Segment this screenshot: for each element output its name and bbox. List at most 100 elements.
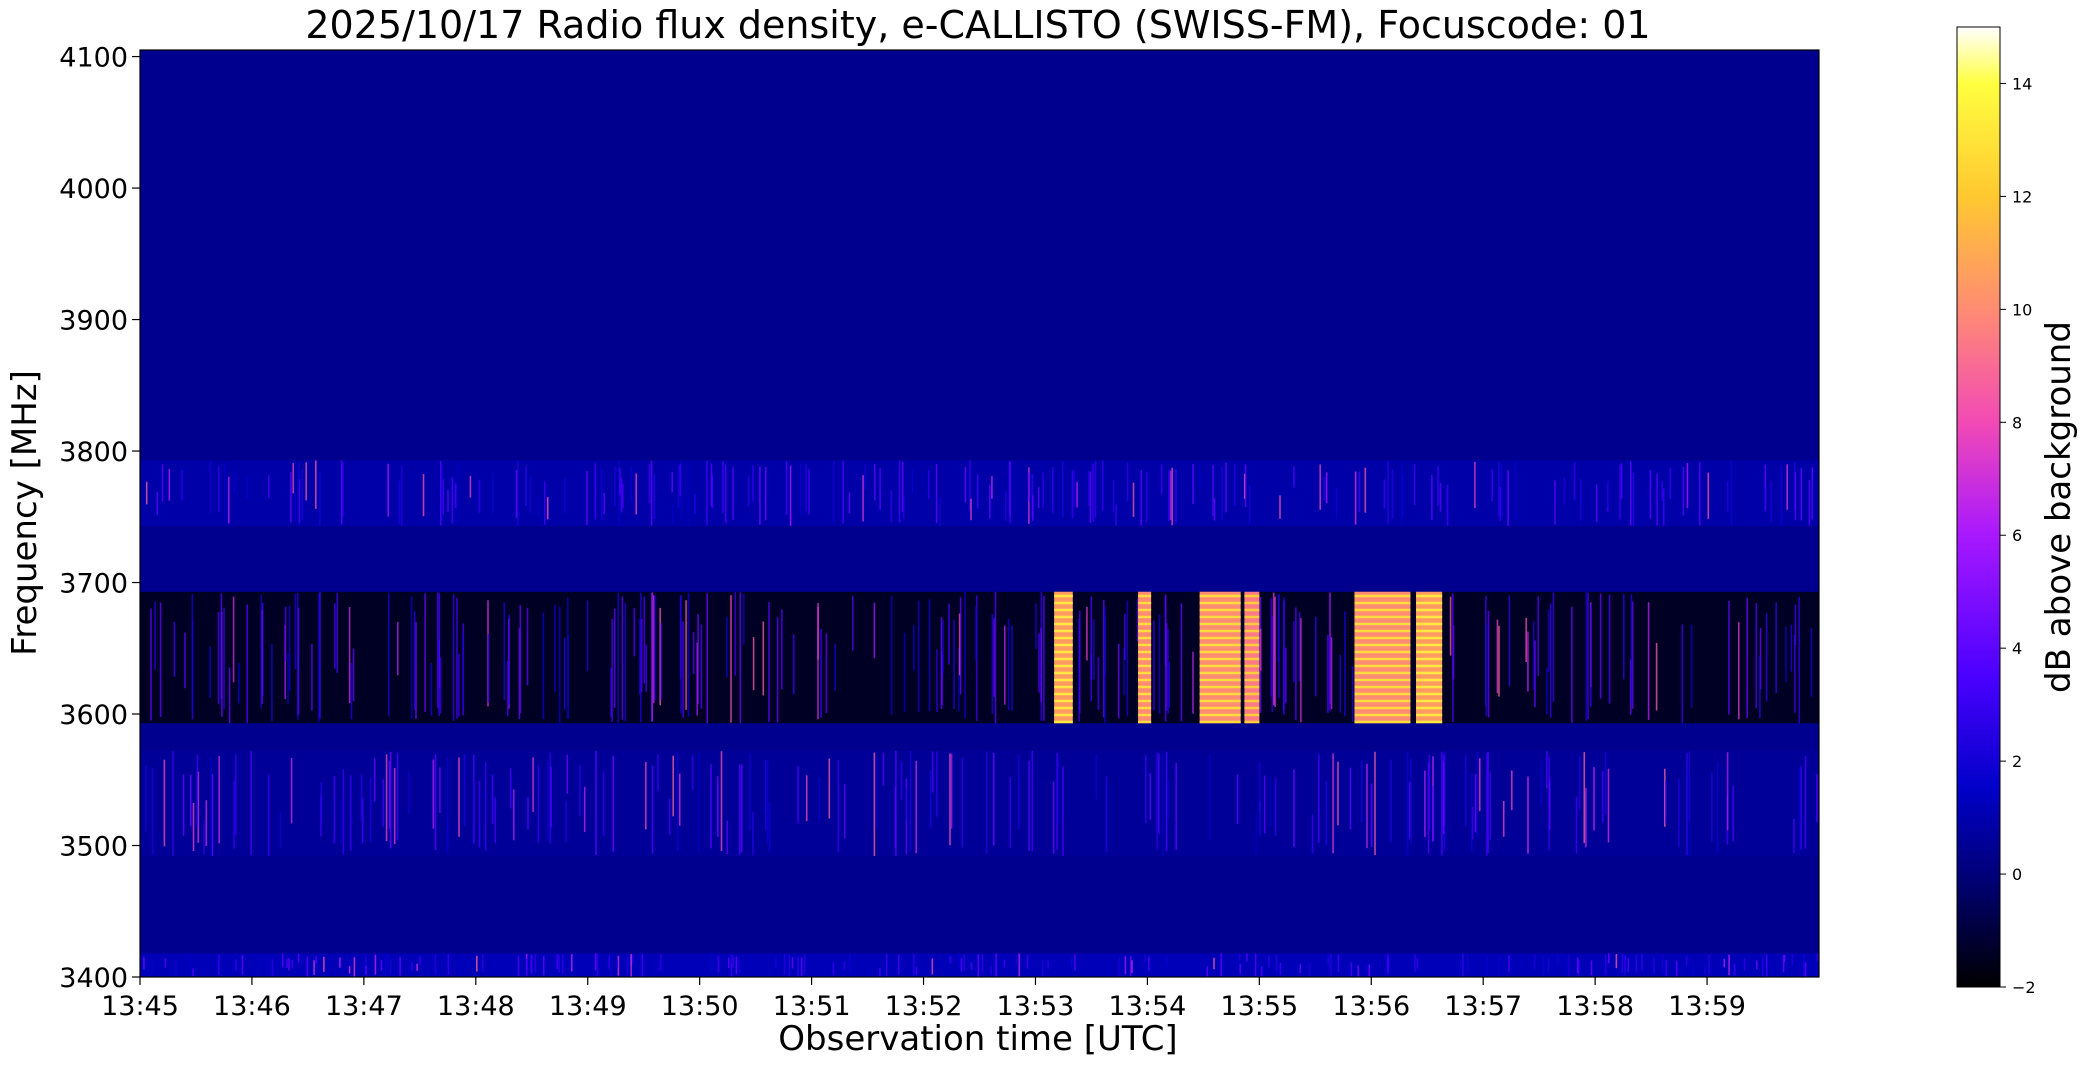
interference-streak bbox=[238, 663, 240, 704]
interference-streak bbox=[1489, 771, 1491, 841]
interference-streak bbox=[1554, 480, 1556, 525]
interference-streak bbox=[1007, 619, 1010, 711]
interference-streak bbox=[1145, 471, 1148, 523]
interference-streak bbox=[722, 461, 724, 514]
interference-streak bbox=[1213, 498, 1216, 521]
interference-streak bbox=[1225, 462, 1227, 513]
interference-streak bbox=[630, 954, 632, 977]
interference-streak bbox=[571, 954, 573, 972]
interference-streak bbox=[1244, 464, 1247, 508]
interference-streak bbox=[976, 474, 979, 509]
burst-stripe bbox=[1199, 720, 1241, 724]
interference-streak bbox=[1269, 775, 1271, 827]
burst-stripe bbox=[1416, 720, 1443, 724]
interference-streak bbox=[452, 594, 455, 721]
interference-streak bbox=[800, 957, 803, 976]
burst-stripe bbox=[1244, 685, 1260, 689]
interference-streak bbox=[333, 775, 336, 844]
interference-streak bbox=[1576, 957, 1579, 974]
interference-streak bbox=[890, 490, 893, 523]
interference-streak bbox=[1816, 953, 1819, 961]
interference-streak bbox=[565, 800, 567, 842]
interference-streak bbox=[1090, 596, 1093, 680]
interference-streak bbox=[1756, 960, 1758, 970]
interference-streak bbox=[1496, 619, 1499, 694]
burst-stripe bbox=[1354, 608, 1411, 612]
interference-streak bbox=[1057, 757, 1060, 824]
interference-streak bbox=[447, 954, 450, 976]
burst-stripe bbox=[1354, 685, 1411, 689]
interference-streak bbox=[1537, 596, 1539, 676]
interference-streak bbox=[817, 602, 819, 660]
interference-streak bbox=[992, 752, 995, 846]
interference-streak bbox=[917, 600, 920, 713]
interference-streak bbox=[765, 760, 767, 831]
interference-streak bbox=[911, 468, 914, 493]
interference-streak bbox=[430, 663, 433, 716]
interference-streak bbox=[439, 767, 441, 813]
interference-streak bbox=[1071, 470, 1074, 519]
interference-streak bbox=[752, 637, 755, 691]
burst-stripe bbox=[1199, 601, 1241, 605]
interference-streak bbox=[640, 592, 642, 723]
y-tick-label: 4100 bbox=[59, 43, 128, 74]
interference-streak bbox=[564, 477, 566, 513]
interference-streak bbox=[1485, 956, 1488, 977]
interference-streak bbox=[1274, 596, 1276, 707]
interference-streak bbox=[232, 596, 235, 683]
interference-streak bbox=[1239, 963, 1242, 975]
interference-streak bbox=[1688, 751, 1691, 821]
interference-streak bbox=[384, 953, 387, 977]
interference-streak bbox=[393, 767, 396, 844]
interference-streak bbox=[1720, 957, 1722, 968]
burst-stripe bbox=[1054, 706, 1073, 710]
interference-streak bbox=[235, 959, 237, 971]
interference-streak bbox=[434, 954, 437, 974]
interference-streak bbox=[484, 762, 487, 851]
interference-streak bbox=[233, 470, 236, 494]
interference-streak bbox=[387, 954, 389, 968]
interference-streak bbox=[1167, 628, 1169, 714]
burst-stripe bbox=[1138, 692, 1152, 696]
interference-streak bbox=[900, 761, 903, 800]
interference-streak bbox=[530, 954, 533, 974]
interference-streak bbox=[1087, 471, 1090, 506]
interference-streak bbox=[537, 765, 540, 843]
interference-streak bbox=[1704, 966, 1706, 975]
interference-streak bbox=[491, 774, 494, 824]
burst-stripe bbox=[1354, 650, 1411, 654]
interference-streak bbox=[1733, 963, 1736, 976]
colorbar-tick-label: 2 bbox=[2012, 752, 2022, 771]
interference-streak bbox=[543, 481, 546, 525]
interference-streak bbox=[837, 759, 840, 853]
interference-streak bbox=[1533, 954, 1536, 970]
interference-streak bbox=[843, 784, 846, 839]
interference-streak bbox=[687, 461, 689, 525]
burst-stripe bbox=[1054, 713, 1073, 717]
interference-streak bbox=[879, 468, 881, 510]
interference-streak bbox=[1278, 594, 1280, 699]
interference-streak bbox=[825, 633, 828, 714]
interference-streak bbox=[246, 475, 248, 499]
interference-streak bbox=[211, 774, 214, 856]
interference-streak bbox=[732, 466, 734, 520]
interference-streak bbox=[1416, 957, 1419, 969]
interference-streak bbox=[1578, 756, 1581, 810]
interference-streak bbox=[1171, 467, 1173, 526]
interference-streak bbox=[1464, 754, 1467, 827]
spectrogram-figure: 2025/10/17 Radio flux density, e-CALLIST… bbox=[5, 3, 2079, 1059]
frequency-band-7 bbox=[140, 50, 1819, 461]
interference-streak bbox=[288, 958, 290, 971]
x-tick-label: 13:52 bbox=[885, 991, 963, 1022]
interference-streak bbox=[1391, 469, 1394, 519]
interference-streak bbox=[1031, 750, 1034, 852]
interference-streak bbox=[281, 953, 284, 968]
interference-streak bbox=[1092, 463, 1094, 522]
interference-streak bbox=[1354, 471, 1357, 525]
burst-stripe bbox=[1244, 636, 1260, 640]
interference-streak bbox=[1165, 751, 1168, 852]
interference-streak bbox=[1293, 466, 1295, 488]
colorbar-tick-label: −2 bbox=[2012, 978, 2036, 997]
interference-streak bbox=[271, 958, 274, 976]
interference-streak bbox=[319, 471, 321, 526]
